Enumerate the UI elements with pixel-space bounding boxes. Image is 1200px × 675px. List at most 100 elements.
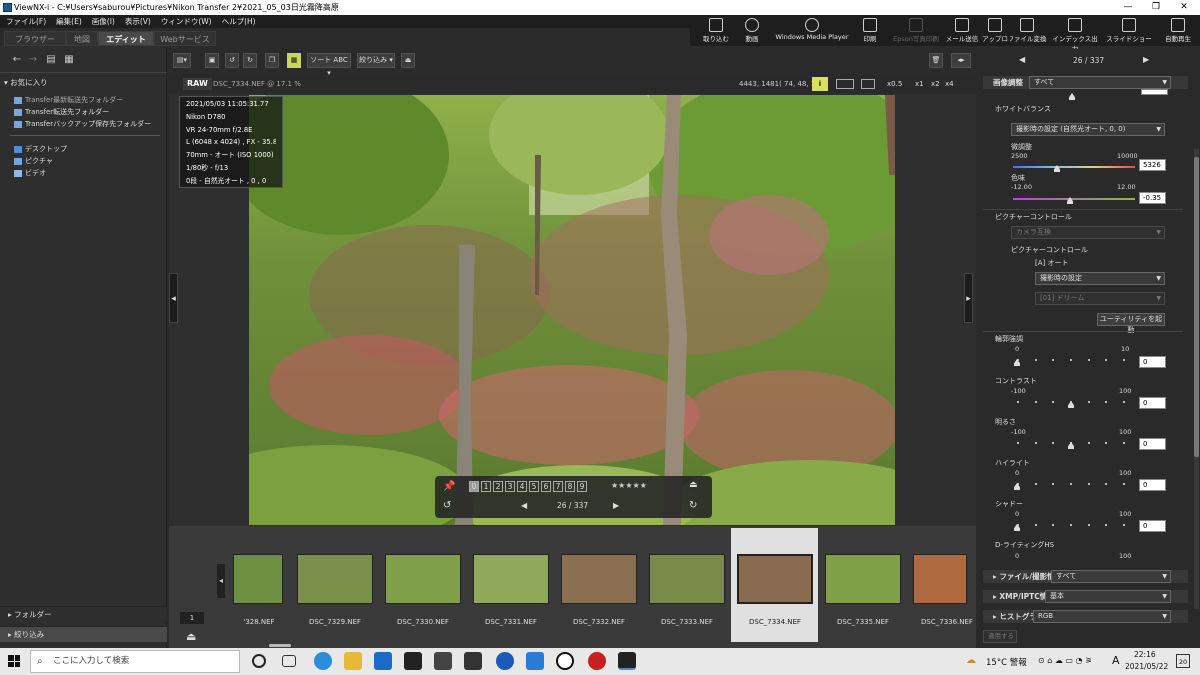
place-desktop[interactable]: デスクトップ: [14, 144, 67, 154]
thumb-7334[interactable]: [737, 554, 813, 604]
label-3[interactable]: 3: [505, 481, 515, 492]
thumb-7328[interactable]: [233, 554, 283, 604]
label-0[interactable]: 0: [469, 481, 479, 492]
app-icon-7[interactable]: [496, 652, 514, 670]
rating-stars[interactable]: ★★★★★: [611, 481, 647, 490]
start-icon[interactable]: [8, 655, 20, 667]
favorites-header[interactable]: ▾ お気に入り: [4, 77, 48, 88]
pc-camera-dropdown[interactable]: カメラ互換 ▼: [1011, 226, 1165, 239]
sharpen-slider[interactable]: [1017, 359, 1125, 361]
app-icon-10[interactable]: [588, 652, 606, 670]
tab-map[interactable]: 地図: [66, 31, 98, 46]
app-icon-9[interactable]: [556, 652, 574, 670]
zoom-1[interactable]: x1: [915, 75, 924, 93]
app-icon-6[interactable]: [464, 652, 482, 670]
upload-tb-button[interactable]: アップロード: [980, 17, 1010, 45]
outlook-icon[interactable]: [374, 652, 392, 670]
thumb-7331[interactable]: [473, 554, 549, 604]
filmstrip-scrollbar[interactable]: [269, 644, 291, 647]
label-9[interactable]: 9: [577, 481, 587, 492]
xmp-scope-dropdown[interactable]: 基本 ▼: [1045, 590, 1171, 603]
eject-icon[interactable]: ⏏: [401, 53, 415, 68]
menu-view[interactable]: 表示(V): [119, 15, 155, 28]
favorite-backup-folder[interactable]: Transferバックアップ保存先フォルダー: [14, 119, 151, 129]
label-7[interactable]: 7: [553, 481, 563, 492]
info-icon[interactable]: i: [812, 77, 828, 91]
close-button[interactable]: ✕: [1170, 0, 1198, 15]
viewnx-taskbar-icon[interactable]: [618, 652, 636, 670]
epson-tb-button[interactable]: Epson写真印刷: [888, 17, 944, 45]
thumb-7335[interactable]: [825, 554, 901, 604]
zoom-2[interactable]: x2: [931, 75, 940, 93]
maximize-button[interactable]: ❐: [1142, 0, 1170, 15]
image-viewer[interactable]: [169, 94, 976, 526]
highlight-value[interactable]: 0: [1139, 479, 1166, 491]
wmp-tb-button[interactable]: Windows Media Player: [772, 17, 852, 45]
top-slider-knob[interactable]: [1069, 93, 1075, 100]
notification-center-icon[interactable]: 20: [1176, 654, 1190, 668]
contrast-value[interactable]: 0: [1139, 397, 1166, 409]
filter-dropdown[interactable]: 絞り込み ▾: [357, 53, 395, 68]
favorite-latest-folder[interactable]: Transfer最新転送先フォルダー: [14, 95, 123, 105]
highlight-icon[interactable]: ▦: [287, 53, 301, 68]
brightness-value[interactable]: 0: [1139, 438, 1166, 450]
rotate-right-overlay-icon[interactable]: ↻: [689, 500, 697, 511]
place-videos[interactable]: ビデオ: [14, 168, 46, 178]
label-8[interactable]: 8: [565, 481, 575, 492]
menu-image[interactable]: 画像(I): [86, 15, 119, 28]
fine-tune-value[interactable]: 5326: [1139, 159, 1166, 171]
top-value-box[interactable]: [1141, 89, 1168, 95]
wb-dropdown[interactable]: 撮影時の設定 (自然光オート, 0, 0) ▼: [1011, 123, 1165, 136]
print-tb-button[interactable]: 印刷: [852, 17, 888, 45]
weather-icon[interactable]: ☁: [966, 655, 976, 666]
adjust-scope-dropdown[interactable]: すべて ▼: [1029, 76, 1171, 89]
edge-icon[interactable]: [314, 652, 332, 670]
menu-edit[interactable]: 編集(E): [50, 15, 86, 28]
weather-temp[interactable]: 15°C 警報: [986, 656, 1027, 668]
favorite-add-icon[interactable]: ▦: [62, 54, 76, 68]
menu-window[interactable]: ウィンドウ(W): [155, 15, 216, 28]
label-2[interactable]: 2: [493, 481, 503, 492]
ime-indicator[interactable]: A: [1112, 654, 1120, 667]
tab-browser[interactable]: ブラウザー: [4, 31, 66, 46]
nav-prev-arrow[interactable]: ◀: [1019, 55, 1025, 64]
label-1[interactable]: 1: [481, 481, 491, 492]
store-icon[interactable]: [404, 652, 422, 670]
fit-icon[interactable]: [861, 79, 875, 89]
task-view-icon[interactable]: [282, 655, 296, 667]
tab-web-services[interactable]: Webサービス: [154, 31, 216, 46]
collapse-left-arrow[interactable]: ◂: [169, 273, 178, 323]
back-icon[interactable]: ←: [10, 54, 24, 68]
place-pictures[interactable]: ピクチャ: [14, 156, 53, 166]
collapse-right-arrow[interactable]: ▸: [964, 273, 973, 323]
zoom-4[interactable]: x4: [945, 75, 954, 93]
cortana-icon[interactable]: [252, 654, 266, 668]
upload-mark-icon[interactable]: ⏏: [689, 480, 698, 490]
tint-value[interactable]: -0.35: [1139, 192, 1166, 204]
explorer-icon[interactable]: [344, 652, 362, 670]
photos-icon[interactable]: [434, 652, 452, 670]
compare-icon[interactable]: ❐: [265, 53, 279, 68]
filter-section[interactable]: ▸ 絞り込み: [0, 626, 167, 642]
filmstrip-prev-arrow[interactable]: ◂: [217, 564, 225, 598]
menu-file[interactable]: ファイル(F): [0, 15, 50, 28]
apply-button[interactable]: 適用する: [983, 630, 1017, 643]
histogram-icon[interactable]: [836, 79, 854, 89]
shadow-slider[interactable]: [1017, 524, 1125, 526]
file-info-scope-dropdown[interactable]: すべて ▼: [1051, 570, 1171, 583]
pc-setting-dropdown[interactable]: 撮影時の設定 ▼: [1035, 272, 1165, 285]
index-print-button[interactable]: インデックス出力: [1050, 17, 1100, 53]
nav-next-arrow[interactable]: ▶: [1143, 55, 1149, 64]
right-panel-scrollbar[interactable]: [1194, 149, 1199, 609]
convert-file-button[interactable]: ファイル変換: [1004, 17, 1050, 45]
thumb-7333[interactable]: [649, 554, 725, 604]
thumb-7329[interactable]: [297, 554, 373, 604]
clock-time[interactable]: 22:16: [1134, 650, 1156, 659]
mail-tb-button[interactable]: メール送信: [944, 17, 980, 45]
protect-pin-icon[interactable]: 📌: [443, 481, 455, 492]
sharpen-value[interactable]: 0: [1139, 356, 1166, 368]
favorite-transfer-folder[interactable]: Transfer転送先フォルダー: [14, 107, 109, 117]
rotate-left-icon[interactable]: ↺: [225, 53, 239, 68]
histogram-scope-dropdown[interactable]: RGB ▼: [1033, 610, 1171, 623]
label-6[interactable]: 6: [541, 481, 551, 492]
